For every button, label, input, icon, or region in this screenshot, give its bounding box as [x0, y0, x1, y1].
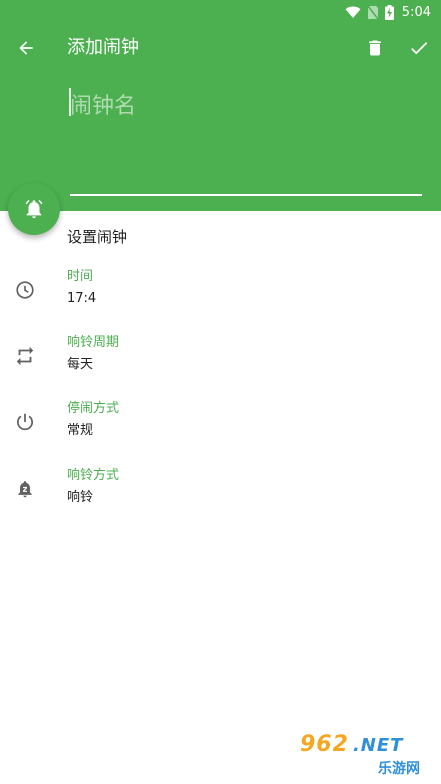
- app-header: 5:04 添加闹钟: [0, 0, 441, 211]
- watermark-logo: 962 .NET: [300, 732, 404, 757]
- setting-row-stop-method[interactable]: 停闹方式 常规: [0, 398, 441, 454]
- setting-label-stop-method: 停闹方式: [67, 401, 120, 416]
- check-icon: [411, 42, 428, 55]
- setting-row-time[interactable]: 时间 17:4: [0, 266, 441, 322]
- section-title: 设置闹钟: [67, 228, 128, 246]
- alarm-name-input[interactable]: [68, 84, 424, 128]
- site-watermark: 962 .NET 乐游网: [300, 730, 436, 778]
- clock-icon: [13, 278, 37, 302]
- snooze-bell-icon: [13, 477, 37, 501]
- trash-icon: [369, 40, 381, 56]
- alarm-bell-icon: [25, 199, 43, 219]
- no-sim-icon: [367, 5, 379, 19]
- arrow-back-icon: [19, 41, 33, 55]
- battery-charging-icon: [384, 4, 394, 20]
- confirm-button[interactable]: [401, 30, 437, 66]
- repeat-icon: [13, 344, 37, 368]
- power-icon: [13, 410, 37, 434]
- setting-row-ring-method[interactable]: 响铃方式 响铃: [0, 465, 441, 521]
- wifi-icon: [345, 6, 361, 18]
- setting-label-time: 时间: [67, 269, 94, 284]
- status-time: 5:04: [401, 4, 431, 20]
- setting-value-ring-method: 响铃: [67, 490, 94, 505]
- setting-row-repeat[interactable]: 响铃周期 每天: [0, 332, 441, 388]
- back-button[interactable]: [8, 30, 44, 66]
- delete-button[interactable]: [357, 30, 393, 66]
- setting-value-stop-method: 常规: [67, 423, 94, 438]
- toolbar: 添加闹钟: [0, 24, 441, 72]
- status-bar: 5:04: [0, 0, 441, 24]
- setting-label-ring-method: 响铃方式: [67, 468, 120, 483]
- setting-value-time: 17:4: [67, 291, 97, 306]
- input-underline: [70, 194, 422, 196]
- page-title: 添加闹钟: [67, 37, 139, 58]
- setting-label-repeat: 响铃周期: [67, 335, 120, 350]
- watermark-subtitle: 乐游网: [378, 761, 420, 777]
- setting-value-repeat: 每天: [67, 357, 94, 372]
- alarm-fab-button[interactable]: [8, 183, 60, 235]
- status-icons: 5:04: [345, 3, 431, 21]
